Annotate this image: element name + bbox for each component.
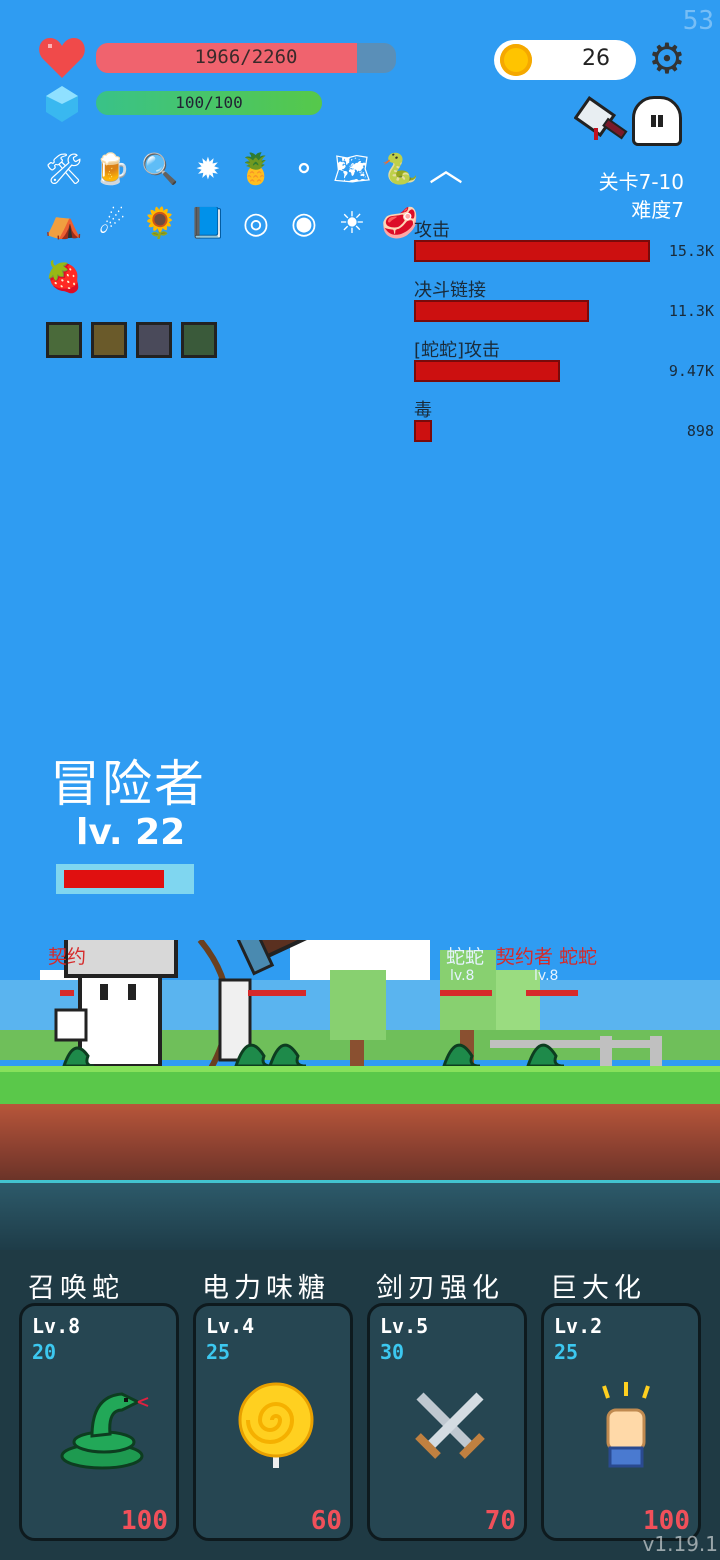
skill-card-giant[interactable]: Lv.2 25 100 bbox=[541, 1303, 701, 1541]
snake-icon[interactable]: 🐍 bbox=[380, 150, 420, 190]
tent-icon[interactable]: ⛺ bbox=[44, 204, 84, 244]
sunflower-icon[interactable]: 🌻 bbox=[140, 204, 180, 244]
stage-label: 关卡7-10 bbox=[598, 170, 684, 194]
sun-orb-icon[interactable]: ☀ bbox=[332, 204, 372, 244]
wooden-shield-icon[interactable]: ◎ bbox=[236, 204, 276, 244]
skill-card-electric-candy[interactable]: Lv.4 25 60 bbox=[193, 1303, 353, 1541]
adventurer-hp-fill bbox=[64, 870, 164, 888]
coin-count: 26 bbox=[582, 46, 610, 71]
damage-stat-value: 11.3K bbox=[668, 302, 714, 320]
dirt-ground bbox=[0, 1104, 720, 1180]
card-cost: 30 bbox=[380, 1340, 405, 1364]
difficulty-label: 难度7 bbox=[631, 198, 684, 222]
card-level: Lv.4 bbox=[206, 1314, 255, 1338]
card-price: 60 bbox=[310, 1506, 342, 1536]
holy-book-icon[interactable]: 📘 bbox=[188, 204, 228, 244]
skill-card-summon-snake[interactable]: Lv.8 20 100 bbox=[19, 1303, 179, 1541]
mp-bar: 100/100 bbox=[96, 91, 322, 115]
mana-crystal-icon bbox=[46, 86, 78, 122]
card-level: Lv.2 bbox=[554, 1314, 603, 1338]
round-shield-icon[interactable]: ◉ bbox=[284, 204, 324, 244]
coin-counter: 26 bbox=[494, 40, 636, 80]
enemy-level-mid: lv.8 bbox=[450, 968, 475, 984]
damage-stat-label: 决斗链接 bbox=[414, 280, 486, 301]
treasure-map-icon[interactable]: 🗺 bbox=[332, 150, 372, 190]
adventurer-name: 冒险者 bbox=[50, 755, 206, 813]
tools-icon[interactable]: 🛠 bbox=[44, 150, 84, 190]
enemy-level-right: lv.8 bbox=[534, 968, 559, 984]
card-price: 70 bbox=[484, 1506, 516, 1536]
damage-stat-label: 毒 bbox=[414, 400, 432, 421]
card-title: 剑刃强化 bbox=[376, 1273, 504, 1304]
enemy-hp-bar bbox=[440, 990, 492, 996]
adventurer-hp-bar bbox=[56, 864, 194, 894]
enemy-hp-bar bbox=[60, 990, 74, 996]
card-title: 召唤蛇 bbox=[28, 1273, 124, 1304]
enemy-hp-bar bbox=[248, 990, 306, 996]
blade-skill-icon[interactable] bbox=[136, 322, 172, 358]
damage-stat-bar bbox=[414, 240, 650, 262]
enemy-label-right: 契约者 蛇蛇 bbox=[496, 946, 598, 968]
version-label: v1.19.1 bbox=[642, 1532, 718, 1556]
light-skill-icon[interactable] bbox=[46, 322, 82, 358]
damage-stat-label: 攻击 bbox=[414, 220, 450, 241]
card-level: Lv.5 bbox=[380, 1314, 429, 1338]
sprout-skill-icon[interactable] bbox=[181, 322, 217, 358]
fist-icon bbox=[602, 1382, 650, 1468]
snake-icon bbox=[60, 1392, 149, 1470]
lollipop-icon bbox=[238, 1382, 314, 1468]
damage-stat-value: 15.3K bbox=[668, 242, 714, 260]
enemy-hp-bar bbox=[526, 990, 578, 996]
adventurer-level: lv. 22 bbox=[76, 812, 186, 853]
card-level: Lv.8 bbox=[32, 1314, 81, 1338]
grass-ground bbox=[0, 1066, 720, 1106]
card-cost: 25 bbox=[206, 1340, 231, 1364]
spiked-mace-icon[interactable]: ✹ bbox=[188, 150, 228, 190]
burst-skill-icon[interactable] bbox=[91, 322, 127, 358]
hp-text: 1966/2260 bbox=[194, 46, 298, 68]
coin-icon bbox=[500, 44, 532, 76]
card-title: 电力味糖 bbox=[202, 1273, 330, 1304]
collapse-chevron-icon[interactable]: ︿ bbox=[426, 150, 466, 190]
water-strip bbox=[0, 1180, 720, 1250]
damage-stat-bar bbox=[414, 360, 560, 382]
crossed-swords-icon bbox=[415, 1392, 485, 1459]
hp-bar: 1966/2260 bbox=[96, 43, 396, 73]
pineapple-icon[interactable]: 🍍 bbox=[236, 150, 276, 190]
card-title: 巨大化 bbox=[550, 1273, 646, 1304]
magnifier-icon[interactable]: 🔍 bbox=[140, 150, 180, 190]
damage-stat-label: [蛇蛇]攻击 bbox=[414, 340, 501, 361]
settings-gear-icon[interactable]: ⚙ bbox=[646, 38, 688, 80]
card-price: 100 bbox=[121, 1506, 168, 1536]
beer-icon[interactable]: 🍺 bbox=[92, 150, 132, 190]
fps-counter: 53 bbox=[682, 6, 714, 36]
beads-icon[interactable]: ⚬ bbox=[284, 150, 324, 190]
damage-stat-bar bbox=[414, 420, 432, 442]
card-cost: 25 bbox=[554, 1340, 579, 1364]
meteor-icon[interactable]: ☄ bbox=[92, 204, 132, 244]
mp-text: 100/100 bbox=[175, 93, 243, 112]
enemy-label-left: 契约 bbox=[48, 946, 87, 968]
stage-info: 关卡7-10 难度7 bbox=[599, 168, 684, 224]
cleaver-icon[interactable] bbox=[574, 94, 630, 150]
heart-icon bbox=[39, 38, 85, 78]
ghost-icon[interactable] bbox=[632, 96, 682, 146]
damage-stat-value: 898 bbox=[686, 422, 714, 440]
damage-stat-value: 9.47K bbox=[668, 362, 714, 380]
strawberry-icon[interactable]: 🍓 bbox=[44, 258, 84, 298]
skill-card-blade-boost[interactable]: Lv.5 30 70 bbox=[367, 1303, 527, 1541]
card-cost: 20 bbox=[32, 1340, 57, 1364]
enemy-label-mid: 蛇蛇 bbox=[446, 946, 485, 968]
damage-stat-bar bbox=[414, 300, 589, 322]
